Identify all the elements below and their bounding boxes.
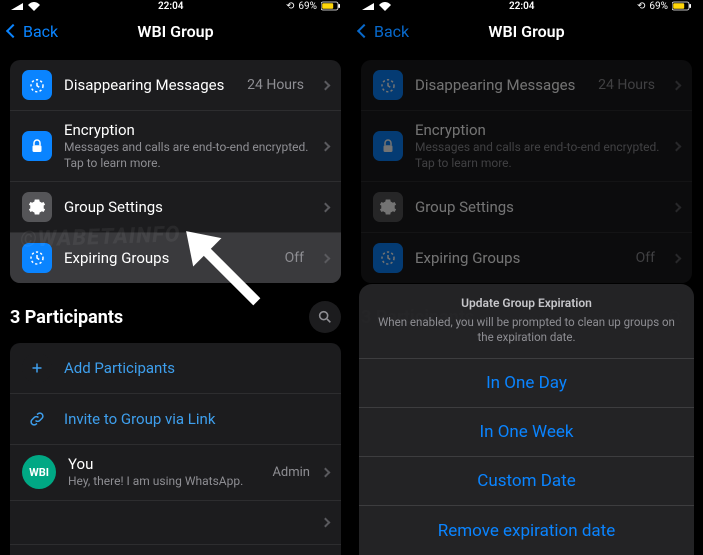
chevron-left-icon [357, 24, 371, 38]
expiring-groups-row[interactable]: Expiring Groups Off [361, 233, 692, 283]
participants-section: Add Participants Invite to Group via Lin… [10, 343, 341, 555]
avatar: WBI [22, 455, 56, 489]
encryption-row[interactable]: Encryption Messages and calls are end-to… [361, 111, 692, 182]
status-time: 22:04 [158, 1, 184, 12]
disappearing-messages-row[interactable]: Disappearing Messages 24 Hours [361, 60, 692, 111]
sheet-description: When enabled, you will be prompted to cl… [377, 315, 676, 346]
group-settings-label: Group Settings [64, 198, 310, 216]
status-right: ⟲ 69% [637, 1, 692, 12]
lock-icon [373, 131, 403, 161]
you-status: Hey, there! I am using WhatsApp. [68, 474, 260, 490]
admin-badge: Admin [272, 465, 310, 480]
settings-section: Disappearing Messages 24 Hours Encryptio… [10, 60, 341, 283]
chevron-left-icon [6, 24, 20, 38]
chevron-right-icon [672, 141, 682, 151]
add-participants-row[interactable]: Add Participants [10, 343, 341, 394]
participant-wbi-row[interactable]: WBI ~ WBI [10, 545, 341, 555]
settings-section: Disappearing Messages 24 Hours Encryptio… [361, 60, 692, 283]
disappearing-label: Disappearing Messages [64, 76, 235, 94]
invite-link-label: Invite to Group via Link [64, 410, 329, 428]
chevron-right-icon [321, 468, 331, 478]
encryption-row[interactable]: Encryption Messages and calls are end-to… [10, 111, 341, 182]
participants-header: 3 Participants [0, 283, 351, 333]
option-remove-expiration[interactable]: Remove expiration date [359, 506, 694, 555]
invite-link-row[interactable]: Invite to Group via Link [10, 394, 341, 445]
status-left [361, 2, 391, 11]
timer-icon [373, 70, 403, 100]
status-bar: 22:04 ⟲ 69% [0, 0, 351, 12]
expiring-icon [22, 243, 52, 273]
chevron-right-icon [321, 80, 331, 90]
chevron-right-icon [672, 80, 682, 90]
chevron-right-icon [672, 202, 682, 212]
gear-icon [373, 192, 403, 222]
nav-bar: Back WBI Group [0, 12, 351, 50]
nav-bar: Back WBI Group [351, 12, 702, 50]
expiring-icon [373, 243, 403, 273]
sheet-header: Update Group Expiration When enabled, yo… [359, 284, 694, 359]
lock-icon [22, 131, 52, 161]
participant-empty-row[interactable] [10, 501, 341, 545]
add-participants-label: Add Participants [64, 359, 329, 377]
gear-icon [22, 192, 52, 222]
status-left [10, 2, 40, 11]
chevron-right-icon [321, 517, 331, 527]
expiring-value: Off [285, 250, 304, 266]
expiring-label: Expiring Groups [64, 249, 273, 267]
encryption-sub: Messages and calls are end-to-end encryp… [64, 140, 310, 171]
chevron-right-icon [321, 141, 331, 151]
timer-icon [22, 70, 52, 100]
search-participants-button[interactable] [309, 301, 341, 333]
group-settings-row[interactable]: Group Settings [10, 182, 341, 233]
back-button[interactable]: Back [8, 22, 58, 41]
option-custom-date[interactable]: Custom Date [359, 457, 694, 506]
disappearing-messages-row[interactable]: Disappearing Messages 24 Hours [10, 60, 341, 111]
chevron-right-icon [321, 202, 331, 212]
you-name: You [68, 455, 260, 473]
page-title: WBI Group [137, 22, 213, 41]
status-bar: 22:04 ⟲ 69% [351, 0, 702, 12]
page-title: WBI Group [488, 22, 564, 41]
expiration-action-sheet: Update Group Expiration When enabled, yo… [359, 284, 694, 555]
status-right: ⟲ 69% [286, 1, 341, 12]
group-settings-row[interactable]: Group Settings [361, 182, 692, 233]
option-one-day[interactable]: In One Day [359, 359, 694, 408]
sheet-title: Update Group Expiration [377, 296, 676, 310]
chevron-right-icon [672, 253, 682, 263]
participant-you-row[interactable]: WBI You Hey, there! I am using WhatsApp.… [10, 445, 341, 501]
encryption-label: Encryption [64, 121, 310, 139]
link-icon [22, 404, 52, 434]
back-button[interactable]: Back [359, 22, 409, 41]
plus-icon [22, 353, 52, 383]
disappearing-value: 24 Hours [247, 77, 304, 93]
status-time: 22:04 [509, 1, 535, 12]
option-one-week[interactable]: In One Week [359, 408, 694, 457]
chevron-right-icon [321, 253, 331, 263]
expiring-groups-row[interactable]: Expiring Groups Off [10, 233, 341, 283]
